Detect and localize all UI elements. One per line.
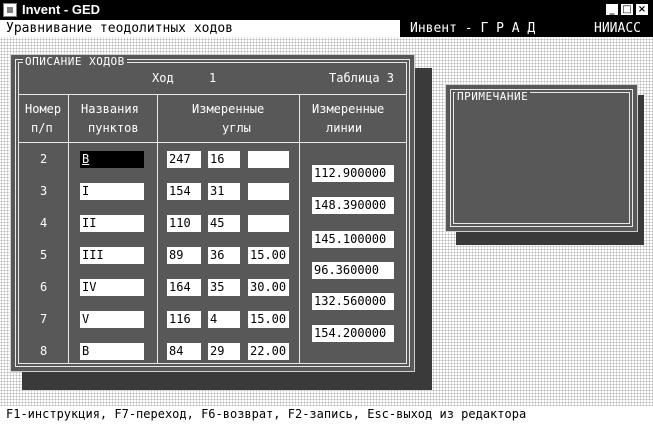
angle-seconds-field[interactable]: 22.00: [248, 343, 289, 360]
point-name-field[interactable]: IV: [80, 279, 144, 296]
line-length-field[interactable]: 96.360000: [312, 262, 394, 279]
point-name-field[interactable]: V: [80, 311, 144, 328]
angle-minutes-field[interactable]: 45: [208, 215, 240, 232]
col-names-header-2: пунктов: [88, 121, 139, 135]
column-header-separator: [18, 142, 407, 143]
point-name-field[interactable]: I: [80, 183, 144, 200]
angle-seconds-field[interactable]: 30.00: [248, 279, 289, 296]
point-name-field[interactable]: III: [80, 247, 144, 264]
row-number: 3: [40, 184, 48, 198]
module-title: Уравнивание теодолитных ходов: [0, 20, 400, 37]
angle-minutes-field[interactable]: 16: [208, 151, 240, 168]
line-length-field[interactable]: 154.200000: [312, 325, 394, 342]
angle-minutes-field[interactable]: 31: [208, 183, 240, 200]
angle-degrees-field[interactable]: 116: [167, 311, 201, 328]
column-divider: [299, 94, 300, 364]
angle-degrees-field[interactable]: 164: [167, 279, 201, 296]
point-name-field[interactable]: II: [80, 215, 144, 232]
angle-degrees-field[interactable]: 247: [167, 151, 201, 168]
line-length-field[interactable]: 148.390000: [312, 197, 394, 214]
line-length-field[interactable]: 145.100000: [312, 231, 394, 248]
note-panel: ПРИМЕЧАНИЕ: [445, 84, 638, 232]
maximize-button[interactable]: □: [620, 3, 634, 16]
main-panel-title: ОПИСАНИЕ ХОДОВ: [23, 55, 127, 68]
row-number: 7: [40, 312, 48, 326]
col-names-header: Названия: [81, 102, 139, 116]
column-divider: [68, 94, 69, 364]
row-number: 4: [40, 216, 48, 230]
col-num-header-2: п/п: [31, 121, 53, 135]
minimize-button[interactable]: _: [605, 3, 619, 16]
angle-seconds-field[interactable]: 15.00: [248, 247, 289, 264]
col-num-header: Номер: [25, 102, 62, 116]
angle-minutes-field[interactable]: 4: [208, 311, 240, 328]
institute-name: НИИАСС: [594, 21, 641, 36]
note-panel-title: ПРИМЕЧАНИЕ: [455, 90, 531, 103]
angle-minutes-field[interactable]: 29: [208, 343, 240, 360]
status-bar: F1-инструкция, F7-переход, F6-возврат, F…: [0, 406, 653, 422]
brand-name: Инвент - Г Р А Д: [410, 21, 536, 36]
col-lines-header: Измеренные: [312, 102, 385, 116]
angle-degrees-field[interactable]: 89: [167, 247, 201, 264]
brand-bar: Инвент - Г Р А Д НИИАСС: [400, 20, 653, 37]
angle-minutes-field[interactable]: 36: [208, 247, 240, 264]
app-icon[interactable]: [3, 3, 17, 17]
point-name-field[interactable]: B: [80, 343, 144, 360]
line-length-field[interactable]: 132.560000: [312, 293, 394, 310]
angle-seconds-field[interactable]: [248, 215, 289, 232]
hod-label: Ход: [152, 71, 174, 85]
angle-seconds-field[interactable]: [248, 151, 289, 168]
angle-degrees-field[interactable]: 84: [167, 343, 201, 360]
line-length-field[interactable]: 112.900000: [312, 165, 394, 182]
angle-degrees-field[interactable]: 154: [167, 183, 201, 200]
angle-degrees-field[interactable]: 110: [167, 215, 201, 232]
point-name-field[interactable]: B: [80, 151, 144, 168]
close-button[interactable]: ×: [635, 3, 649, 16]
angle-seconds-field[interactable]: [248, 183, 289, 200]
main-panel: ОПИСАНИЕ ХОДОВ Ход 1 Таблица 3 Номер п/п…: [10, 54, 415, 372]
row-number: 8: [40, 344, 48, 358]
table-label: Таблица 3: [329, 71, 395, 85]
window-title: Invent - GED: [22, 2, 101, 17]
hod-value: 1: [209, 71, 217, 85]
angle-minutes-field[interactable]: 35: [208, 279, 240, 296]
angle-seconds-field[interactable]: 15.00: [248, 311, 289, 328]
col-lines-header-2: линии: [326, 121, 363, 135]
row-number: 5: [40, 248, 48, 262]
col-angles-header: Измеренные: [192, 102, 265, 116]
column-divider: [157, 94, 158, 364]
header-bar: Уравнивание теодолитных ходов Инвент - Г…: [0, 20, 653, 37]
col-angles-header-2: углы: [222, 121, 251, 135]
row-number: 2: [40, 152, 48, 166]
row-number: 6: [40, 280, 48, 294]
header-separator: [18, 94, 407, 95]
note-panel-inner-frame: [453, 92, 630, 224]
window-titlebar: Invent - GED _ □ ×: [0, 0, 653, 20]
